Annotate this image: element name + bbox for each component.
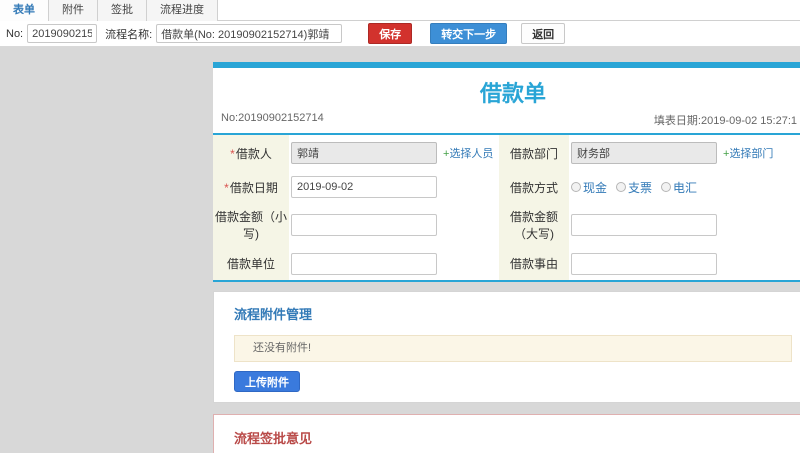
form-info-row: No:20190902152714 填表日期:2019-09-02 15:27:…	[213, 112, 800, 133]
reason-input[interactable]	[571, 252, 717, 275]
form-title: 借款单	[479, 81, 546, 106]
department-input[interactable]	[571, 142, 717, 164]
radio-icon[interactable]	[571, 182, 581, 192]
upload-attachment-button[interactable]: 上传附件	[234, 371, 300, 392]
borrower-label: *借款人	[213, 135, 289, 171]
attachments-panel: 流程附件管理 还没有附件! 上传附件	[213, 291, 800, 403]
unit-label: 借款单位	[213, 247, 289, 280]
method-option-wire[interactable]: 电汇	[661, 179, 697, 196]
borrower-input[interactable]	[291, 142, 437, 164]
method-label: 借款方式	[499, 171, 569, 203]
tab-progress[interactable]: 流程进度	[147, 0, 218, 21]
select-person-link[interactable]: +选择人员	[443, 145, 493, 161]
save-button[interactable]: 保存	[368, 23, 413, 44]
unit-input[interactable]	[291, 252, 437, 275]
tab-bar: 表单 附件 签批 流程进度	[0, 0, 800, 21]
form-row-3: 借款金额（小写) 借款金额（大写)	[213, 203, 800, 247]
toolbar: No: 流程名称: 保存 转交下一步 返回	[0, 21, 800, 47]
select-department-link[interactable]: +选择部门	[723, 145, 773, 161]
form-row-4: 借款单位 借款事由	[213, 247, 800, 280]
required-mark: *	[230, 146, 235, 161]
form-date-text: 填表日期:2019-09-02 15:27:1	[653, 115, 797, 127]
department-label: 借款部门	[499, 135, 569, 171]
attachments-heading: 流程附件管理	[234, 307, 313, 322]
required-mark: *	[224, 180, 229, 195]
no-attachments-message: 还没有附件!	[234, 335, 792, 362]
radio-icon[interactable]	[616, 182, 627, 192]
approval-panel: 流程签批意见 B I abc ✎ ∞ ∞ ⚑ ≡ ≡ ⇤ ⇥ ” 样式 ▾ 格式…	[213, 414, 800, 453]
form-fields: *借款人 +选择人员 借款部门 +选择部门 *借款日期 借款方式	[213, 135, 800, 282]
process-name-input[interactable]	[156, 24, 343, 43]
amount-big-label: 借款金额（大写)	[499, 203, 569, 247]
method-option-cheque[interactable]: 支票	[616, 179, 652, 196]
form-row-2: *借款日期 借款方式 现金 支票 电汇	[213, 171, 800, 203]
tab-attachment[interactable]: 附件	[49, 0, 98, 21]
no-input[interactable]	[27, 24, 98, 43]
approval-heading: 流程签批意见	[234, 431, 313, 446]
amount-small-input[interactable]	[291, 214, 437, 236]
back-button[interactable]: 返回	[521, 23, 566, 44]
form-number-text: No:20190902152714	[221, 112, 324, 124]
amount-big-input[interactable]	[571, 214, 717, 236]
form-row-1: *借款人 +选择人员 借款部门 +选择部门	[213, 135, 800, 171]
tab-approval[interactable]: 签批	[98, 0, 147, 21]
loan-date-label: *借款日期	[213, 171, 289, 203]
tab-form[interactable]: 表单	[0, 0, 49, 21]
loan-date-input[interactable]	[291, 176, 437, 198]
reason-label: 借款事由	[499, 247, 569, 280]
method-option-cash[interactable]: 现金	[571, 179, 607, 196]
process-name-label: 流程名称:	[105, 28, 153, 41]
forward-next-button[interactable]: 转交下一步	[430, 23, 508, 44]
radio-icon[interactable]	[661, 182, 672, 192]
amount-small-label: 借款金额（小写)	[213, 203, 289, 247]
no-label: No:	[6, 27, 24, 40]
loan-form-panel: 借款单 No:20190902152714 填表日期:2019-09-02 15…	[213, 62, 800, 282]
